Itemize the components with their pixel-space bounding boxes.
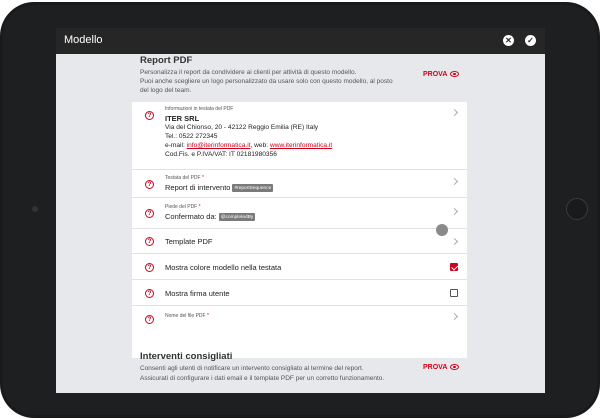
show-signature-label: Mostra firma utente (165, 289, 230, 298)
row-show-color[interactable]: ? Mostra colore modello nella testata (132, 254, 467, 280)
app-screen: Modello ✕ ✓ Report PDF Personalizza il r… (56, 28, 545, 393)
check-icon[interactable]: ✓ (525, 35, 536, 46)
pdf-title-label: Testata del PDF * (165, 175, 204, 181)
row-file-name[interactable]: ? Nome del file PDF * (132, 306, 467, 333)
report-pdf-desc-3: del logo del team. (140, 87, 192, 94)
window-title: Modello (64, 34, 103, 46)
settings-card: ? Informazioni in testata del PDF ITER S… (132, 102, 467, 358)
show-signature-checkbox[interactable] (450, 289, 458, 297)
show-color-checkbox[interactable] (450, 263, 458, 271)
home-button[interactable] (566, 198, 588, 220)
pdf-footer-value: Confermato da: @completedBy (165, 212, 256, 222)
company-contacts: e-mail: info@iterinformatica.it, web: ww… (165, 142, 332, 149)
help-icon[interactable]: ? (145, 180, 154, 189)
titlebar: Modello ✕ ✓ (56, 28, 545, 54)
company-name: ITER SRL (165, 114, 200, 123)
company-phone: Tel.: 0522 272345 (165, 133, 218, 140)
file-name-label: Nome del file PDF * (165, 313, 209, 319)
prova-label: PROVA (423, 71, 448, 78)
email-link[interactable]: info@iterinformatica.it (187, 142, 251, 149)
touch-indicator (436, 224, 448, 236)
help-icon[interactable]: ? (145, 237, 154, 246)
chevron-right-icon (450, 312, 459, 321)
variable-chip: #reportSequence (232, 184, 274, 193)
row-header-info[interactable]: ? Informazioni in testata del PDF ITER S… (132, 102, 467, 170)
row-template-pdf[interactable]: ? Template PDF (132, 229, 467, 254)
chevron-right-icon (450, 237, 459, 246)
modal-content: Report PDF Personalizza il report da con… (56, 54, 545, 393)
prova-button[interactable]: PROVA (423, 71, 460, 78)
show-color-label: Mostra colore modello nella testata (165, 263, 282, 272)
eye-icon (450, 364, 460, 371)
pdf-footer-label: Piede del PDF * (165, 204, 201, 210)
chevron-right-icon (450, 108, 459, 117)
prova-label: PROVA (423, 364, 448, 371)
company-tax: Cod.Fis. e P.IVA/VAT: IT 02181980356 (165, 151, 277, 158)
help-icon[interactable]: ? (145, 111, 154, 120)
chevron-right-icon (450, 177, 459, 186)
help-icon[interactable]: ? (145, 263, 154, 272)
chevron-right-icon (450, 207, 459, 216)
interventi-desc-2: Assicurati di configurare i dati email e… (140, 375, 385, 382)
web-link[interactable]: www.iterinformatica.it (270, 142, 332, 149)
variable-chip: @completedBy (218, 213, 256, 222)
row-pdf-footer[interactable]: ? Piede del PDF * Confermato da: @complet… (132, 198, 467, 229)
help-icon[interactable]: ? (145, 209, 154, 218)
interventi-title: Interventi consigliati (140, 351, 233, 362)
eye-icon (450, 71, 460, 78)
web-prefix: , web: (250, 142, 270, 149)
camera-icon (32, 206, 38, 212)
template-pdf-label: Template PDF (165, 237, 213, 246)
row-show-signature[interactable]: ? Mostra firma utente (132, 280, 467, 306)
help-icon[interactable]: ? (145, 289, 154, 298)
pdf-title-value: Report di intervento #reportSequence (165, 183, 274, 193)
interventi-desc-1: Consenti agli utenti di notificare un in… (140, 365, 364, 372)
header-info-label: Informazioni in testata del PDF (165, 106, 234, 112)
email-prefix: e-mail: (165, 142, 187, 149)
prova-button-interventi[interactable]: PROVA (423, 364, 460, 371)
report-pdf-title: Report PDF (140, 55, 193, 66)
close-icon[interactable]: ✕ (503, 35, 514, 46)
help-icon[interactable]: ? (145, 315, 154, 324)
company-address: Via del Chionso, 20 - 42122 Reggio Emili… (165, 124, 319, 131)
row-pdf-title[interactable]: ? Testata del PDF * Report di intervento… (132, 170, 467, 198)
